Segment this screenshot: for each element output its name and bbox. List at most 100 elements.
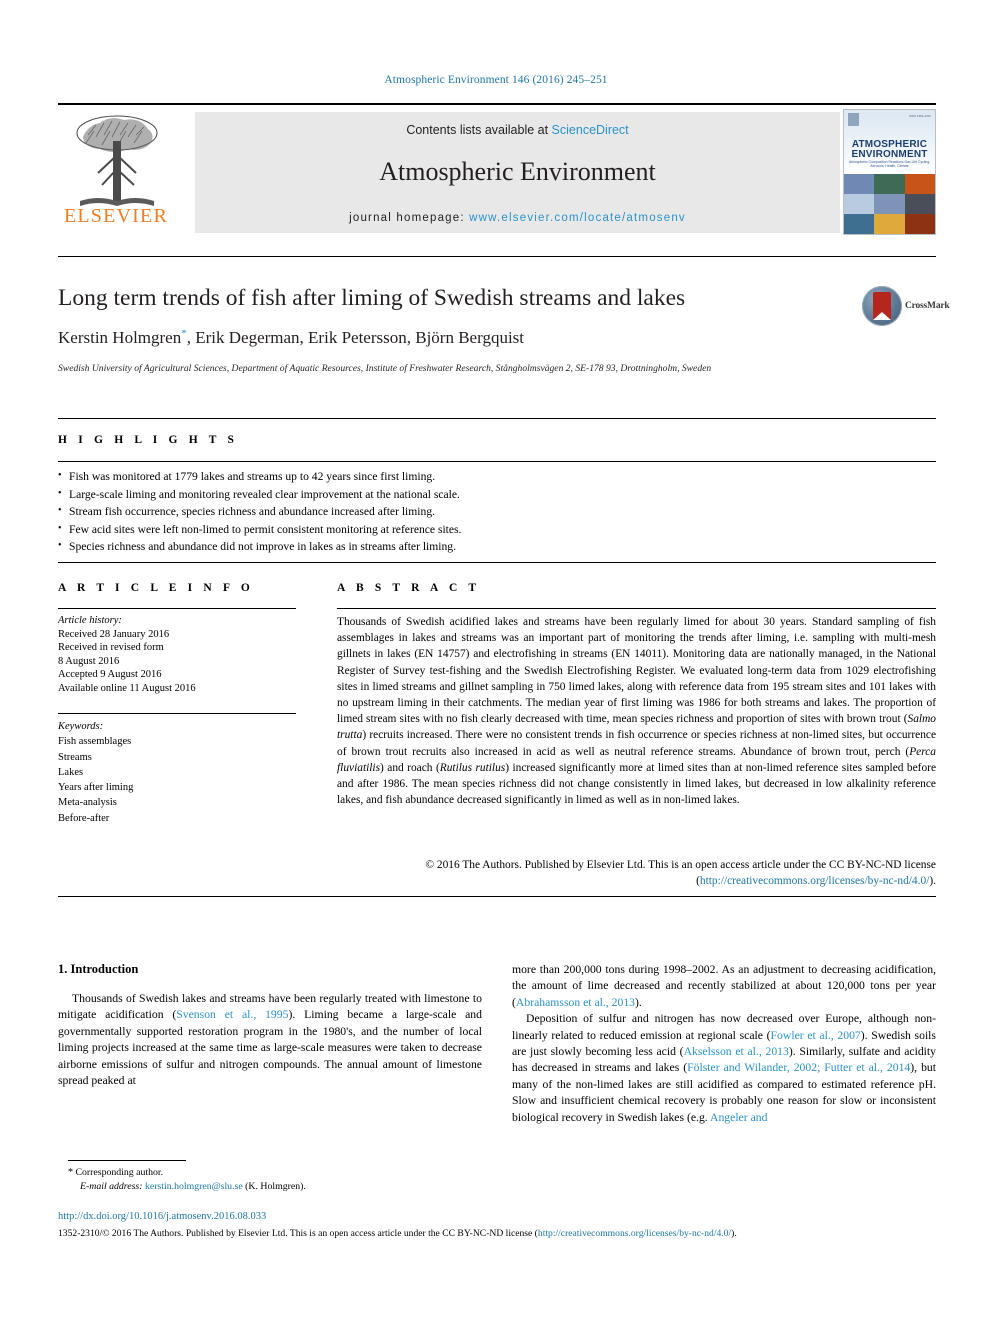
citation-link[interactable]: Abrahamsson et al., 2013 [516,996,635,1009]
history-item: Received in revised form [58,642,164,654]
article-info-divider [58,608,296,609]
list-item: Stream fish occurrence, species richness… [58,502,936,521]
doi-link[interactable]: http://dx.doi.org/10.1016/j.atmosenv.201… [58,1211,266,1222]
citation-link[interactable]: Fowler et al., 2007 [771,1029,861,1042]
cover-title: ATMOSPHERIC ENVIRONMENT [844,139,935,160]
body-column-right: more than 200,000 tons during 1998–2002.… [512,962,936,1126]
email-note: E-mail address: kerstin.holmgren@slu.se … [68,1180,488,1194]
cover-subtitle: Atmospheric Composition Reactions Gas Li… [848,159,931,169]
history-item: Accepted 9 August 2016 [58,669,162,681]
cover-photo-grid [844,174,935,234]
history-item: Received 28 January 2016 [58,628,170,640]
crossmark-icon [862,286,902,326]
corresponding-author-marker: * [181,327,187,339]
license-link-footer[interactable]: http://creativecommons.org/licenses/by-n… [538,1228,731,1239]
article-history-block: Article history: Received 28 January 201… [58,614,308,696]
page-title: Long term trends of fish after liming of… [58,285,686,311]
highlights-top-divider [58,418,936,419]
abstract-heading: A B S T R A C T [337,582,481,594]
corresponding-author-note: * Corresponding author. [68,1166,488,1180]
list-item: Large-scale liming and monitoring reveal… [58,485,936,504]
article-info-heading: A R T I C L E I N F O [58,582,254,594]
article-history-label: Article history: [58,615,122,626]
highlights-bottom-divider [58,562,936,563]
section-heading-introduction: 1. Introduction [58,962,139,976]
issn-copyright-tail: ). [731,1228,737,1239]
citation-link[interactable]: Fölster and Wilander, 2002; Futter et al… [687,1061,910,1074]
paragraph: more than 200,000 tons during 1998–2002.… [512,962,936,1011]
elsevier-wordmark: ELSEVIER [63,205,169,227]
copyright-tail: ). [929,875,936,888]
keywords-block: Keywords: Fish assemblages Streams Lakes… [58,719,308,826]
crossmark-label: CrossMark [905,301,950,311]
body-column-left: 1. Introduction Thousands of Swedish lak… [58,962,482,1089]
author-names: Kerstin Holmgren*, Erik Degerman, Erik P… [58,327,525,347]
abstract-part-1: Thousands of Swedish acidified lakes and… [337,616,936,726]
cover-tile [904,214,935,234]
contents-lists-line: Contents lists available at ScienceDirec… [195,123,840,137]
abstract-part-2: ) recruits increased. There were no cons… [337,729,936,758]
issn-copyright-line: 1352-2310/© 2016 The Authors. Published … [58,1228,948,1239]
citation-link[interactable]: Svenson et al., 1995 [176,1008,288,1021]
license-link[interactable]: http://creativecommons.org/licenses/by-n… [700,875,929,887]
keyword-item: Before-after [58,812,110,824]
paragraph-part: ). [635,995,642,1009]
homepage-label: journal homepage: [349,212,470,224]
list-item: Few acid sites were left non-limed to pe… [58,520,936,539]
journal-homepage-line: journal homepage: www.elsevier.com/locat… [195,212,840,224]
asterisk-icon: * [68,1167,73,1178]
abstract-divider [337,608,936,609]
journal-cover-thumbnail: ISSN 1352-2310 ATMOSPHERIC ENVIRONMENT A… [843,109,936,235]
abstract-copyright: © 2016 The Authors. Published by Elsevie… [337,857,936,889]
title-divider [58,256,936,257]
keyword-item: Lakes [58,766,84,778]
keyword-item: Meta-analysis [58,797,117,809]
keyword-item: Streams [58,751,92,763]
email-address-label: E-mail address: [80,1180,143,1192]
running-head: Atmospheric Environment 146 (2016) 245–2… [384,74,608,86]
cover-tile [904,194,935,215]
author-list: Kerstin Holmgren*, Erik Degerman, Erik P… [58,327,858,348]
crossmark-badge[interactable]: CrossMark [862,286,950,330]
highlights-list: Fish was monitored at 1779 lakes and str… [58,467,936,556]
abstract-part-3: ) and roach ( [380,761,440,774]
cover-tile [904,174,935,195]
keyword-item: Years after liming [58,782,134,794]
journal-title: Atmospheric Environment [379,157,656,186]
highlights-mid-divider [58,461,936,462]
cover-tile [844,214,875,234]
abstract-bottom-divider [58,896,936,897]
highlights-heading: H I G H L I G H T S [58,434,239,446]
history-item: Available online 11 August 2016 [58,682,196,694]
journal-masthead: ELSEVIER Contents lists available at Sci… [58,103,936,235]
cover-title-line2: ENVIRONMENT [851,148,928,160]
citation-link[interactable]: Angeler and [710,1111,767,1124]
footnote-divider [68,1160,186,1161]
list-item: Species richness and abundance did not i… [58,537,936,556]
contents-lists-prefix: Contents lists available at [406,123,552,137]
species-name: Rutilus rutilus [439,761,506,774]
keywords-divider [58,713,296,714]
email-link[interactable]: kerstin.holmgren@slu.se [145,1181,243,1192]
author-affiliation: Swedish University of Agricultural Scien… [58,363,712,374]
list-item: Fish was monitored at 1779 lakes and str… [58,467,936,486]
homepage-url-link[interactable]: www.elsevier.com/locate/atmosenv [469,212,686,224]
cover-tile [874,174,905,195]
cover-elsevier-mark-icon [848,113,859,126]
cover-tile [844,174,875,195]
cover-issn-text: ISSN 1352-2310 [908,114,931,118]
footnote-block: * Corresponding author. E-mail address: … [68,1166,488,1193]
sciencedirect-link[interactable]: ScienceDirect [552,123,629,137]
keyword-item: Fish assemblages [58,736,132,748]
history-item: 8 August 2016 [58,655,120,667]
cover-tile [844,194,875,215]
cover-tile [874,194,905,215]
paragraph: Thousands of Swedish lakes and streams h… [58,991,482,1089]
crossmark-book-icon [873,292,891,320]
citation-link[interactable]: Akselsson et al., 2013 [684,1045,789,1058]
journal-article-page: Atmospheric Environment 146 (2016) 245–2… [0,0,992,1323]
email-owner: (K. Holmgren). [245,1180,306,1192]
issn-copyright-text: 1352-2310/© 2016 The Authors. Published … [58,1228,538,1239]
abstract-text: Thousands of Swedish acidified lakes and… [337,614,936,808]
cover-tile [874,214,905,234]
